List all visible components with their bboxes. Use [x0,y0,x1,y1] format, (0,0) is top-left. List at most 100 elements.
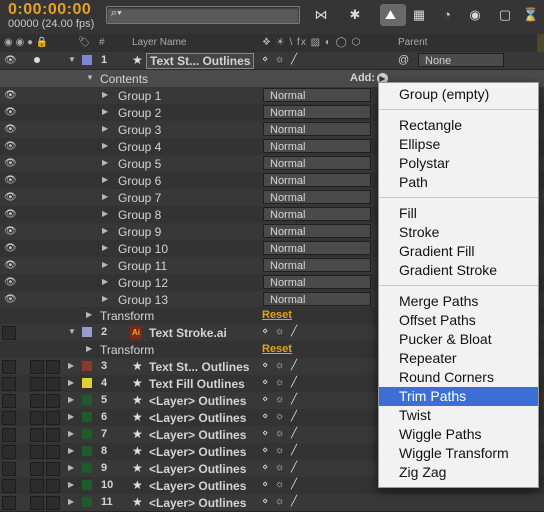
menu-item-offset-paths[interactable]: Offset Paths [379,311,538,330]
eye-icon[interactable]: 👁 [4,158,17,169]
shy-layers-button[interactable]: ⛰ [380,4,406,26]
layer-switches[interactable]: ⋄ ☼ ╱ [262,326,299,337]
video-switch[interactable] [2,377,16,391]
blend-mode-select[interactable]: Normal [263,241,371,255]
menu-item-trim-paths[interactable]: Trim Paths [379,387,538,406]
reset-link[interactable]: Reset [262,309,292,321]
eye-icon[interactable]: 👁 [4,294,17,305]
pickwhip-icon[interactable]: @ [398,54,409,66]
menu-item-ellipse[interactable]: Ellipse [379,135,538,154]
graph-editor-icon[interactable]: ◉ [464,6,486,24]
expand-triangle-icon[interactable]: ▶ [102,226,108,235]
expand-triangle-icon[interactable]: ▶ [68,395,74,404]
menu-item-wiggle-paths[interactable]: Wiggle Paths [379,425,538,444]
blend-mode-select[interactable]: Normal [263,156,371,170]
group-label[interactable]: Group 4 [118,140,161,154]
lock-switch[interactable] [46,394,60,408]
layer-name[interactable]: <Layer> Outlines [149,479,246,493]
video-switch[interactable] [2,479,16,493]
blend-mode-select[interactable]: Normal [263,292,371,306]
layer-name[interactable]: <Layer> Outlines [149,411,246,425]
menu-item-repeater[interactable]: Repeater [379,349,538,368]
layer-name[interactable]: <Layer> Outlines [149,394,246,408]
composition-mini-flowchart-icon[interactable]: ⋈ [310,6,332,24]
menu-item-gradient-fill[interactable]: Gradient Fill [379,242,538,261]
layer-switches[interactable]: ⋄ ☼ ╱ [262,377,299,388]
video-switch[interactable] [2,462,16,476]
layer-name[interactable]: <Layer> Outlines [149,445,246,459]
expand-triangle-icon[interactable]: ▼ [68,55,76,64]
label-color-chip[interactable] [82,480,92,490]
blend-mode-select[interactable]: Normal [263,88,371,102]
label-color-chip[interactable] [82,327,92,337]
expand-triangle-icon[interactable]: ▶ [68,480,74,489]
video-switch[interactable] [2,411,16,425]
solo-switch[interactable] [30,445,44,459]
expand-triangle-icon[interactable]: ▶ [102,277,108,286]
layer-name[interactable]: <Layer> Outlines [149,428,246,442]
group-label[interactable]: Group 8 [118,208,161,222]
expand-triangle-icon[interactable]: ▶ [102,175,108,184]
blend-mode-select[interactable]: Normal [263,122,371,136]
menu-item-gradient-stroke[interactable]: Gradient Stroke [379,261,538,280]
layer-switches[interactable]: ⋄ ☼ ╱ [262,428,299,439]
expand-triangle-icon[interactable]: ▼ [68,327,76,336]
blend-mode-select[interactable]: Normal [263,207,371,221]
menu-item-pucker-bloat[interactable]: Pucker & Bloat [379,330,538,349]
solo-icon[interactable] [34,57,40,63]
layer-name[interactable]: Text Stroke.ai [149,326,227,340]
video-switch[interactable] [2,496,16,510]
solo-switch[interactable] [30,377,44,391]
group-label[interactable]: Group 3 [118,123,161,137]
eye-icon[interactable]: 👁 [4,90,17,101]
label-color-chip[interactable] [82,55,92,65]
video-switch[interactable] [2,428,16,442]
lock-switch[interactable] [46,377,60,391]
brainstorm-icon[interactable]: ▢ [494,6,516,24]
group-label[interactable]: Group 6 [118,174,161,188]
blend-mode-select[interactable]: Normal [263,173,371,187]
lock-switch[interactable] [46,428,60,442]
lock-switch[interactable] [46,479,60,493]
group-label[interactable]: Group 5 [118,157,161,171]
parent-select[interactable]: None [418,53,504,67]
blend-mode-select[interactable]: Normal [263,105,371,119]
video-switch[interactable] [2,394,16,408]
lock-switch[interactable] [46,496,60,510]
current-time-display[interactable]: 0:00:00:00 [8,1,91,19]
expand-triangle-icon[interactable]: ▶ [102,260,108,269]
layer-switches[interactable]: ⋄ ☼ ╱ [262,479,299,490]
expand-triangle-icon[interactable]: ▶ [86,310,92,319]
eye-icon[interactable]: 👁 [4,141,17,152]
expand-triangle-icon[interactable]: ▶ [102,209,108,218]
layer-switches[interactable]: ⋄ ☼ ╱ [262,445,299,456]
expand-triangle-icon[interactable]: ▶ [102,243,108,252]
layer-name[interactable]: Text Fill Outlines [149,377,245,391]
layer-row[interactable]: 👁 ▼ 1 ★ Text St... Outlines ⋄ ☼ ╱ @ None [0,52,544,70]
solo-switch[interactable] [30,394,44,408]
menu-item-round-corners[interactable]: Round Corners [379,368,538,387]
menu-item-polystar[interactable]: Polystar [379,154,538,173]
menu-item-rectangle[interactable]: Rectangle [379,116,538,135]
eye-icon[interactable]: 👁 [4,243,17,254]
eye-icon[interactable]: 👁 [4,260,17,271]
search-input[interactable]: ⌕▾ [106,6,300,24]
group-label[interactable]: Group 7 [118,191,161,205]
label-color-chip[interactable] [82,361,92,371]
expand-triangle-icon[interactable]: ▶ [68,361,74,370]
label-color-chip[interactable] [82,378,92,388]
label-color-chip[interactable] [82,497,92,507]
expand-triangle-icon[interactable]: ▶ [102,192,108,201]
eye-icon[interactable]: 👁 [4,55,17,66]
lock-switch[interactable] [46,445,60,459]
group-label[interactable]: Group 10 [118,242,168,256]
expand-triangle-icon[interactable]: ▼ [86,73,94,82]
blend-mode-select[interactable]: Normal [263,258,371,272]
eye-icon[interactable]: 👁 [4,107,17,118]
expand-triangle-icon[interactable]: ▶ [102,294,108,303]
expand-triangle-icon[interactable]: ▶ [102,158,108,167]
menu-item-stroke[interactable]: Stroke [379,223,538,242]
frame-blending-icon[interactable]: ▦ [408,6,430,24]
lock-switch[interactable] [46,360,60,374]
time-marker-icon[interactable]: ⌛ [520,6,542,24]
